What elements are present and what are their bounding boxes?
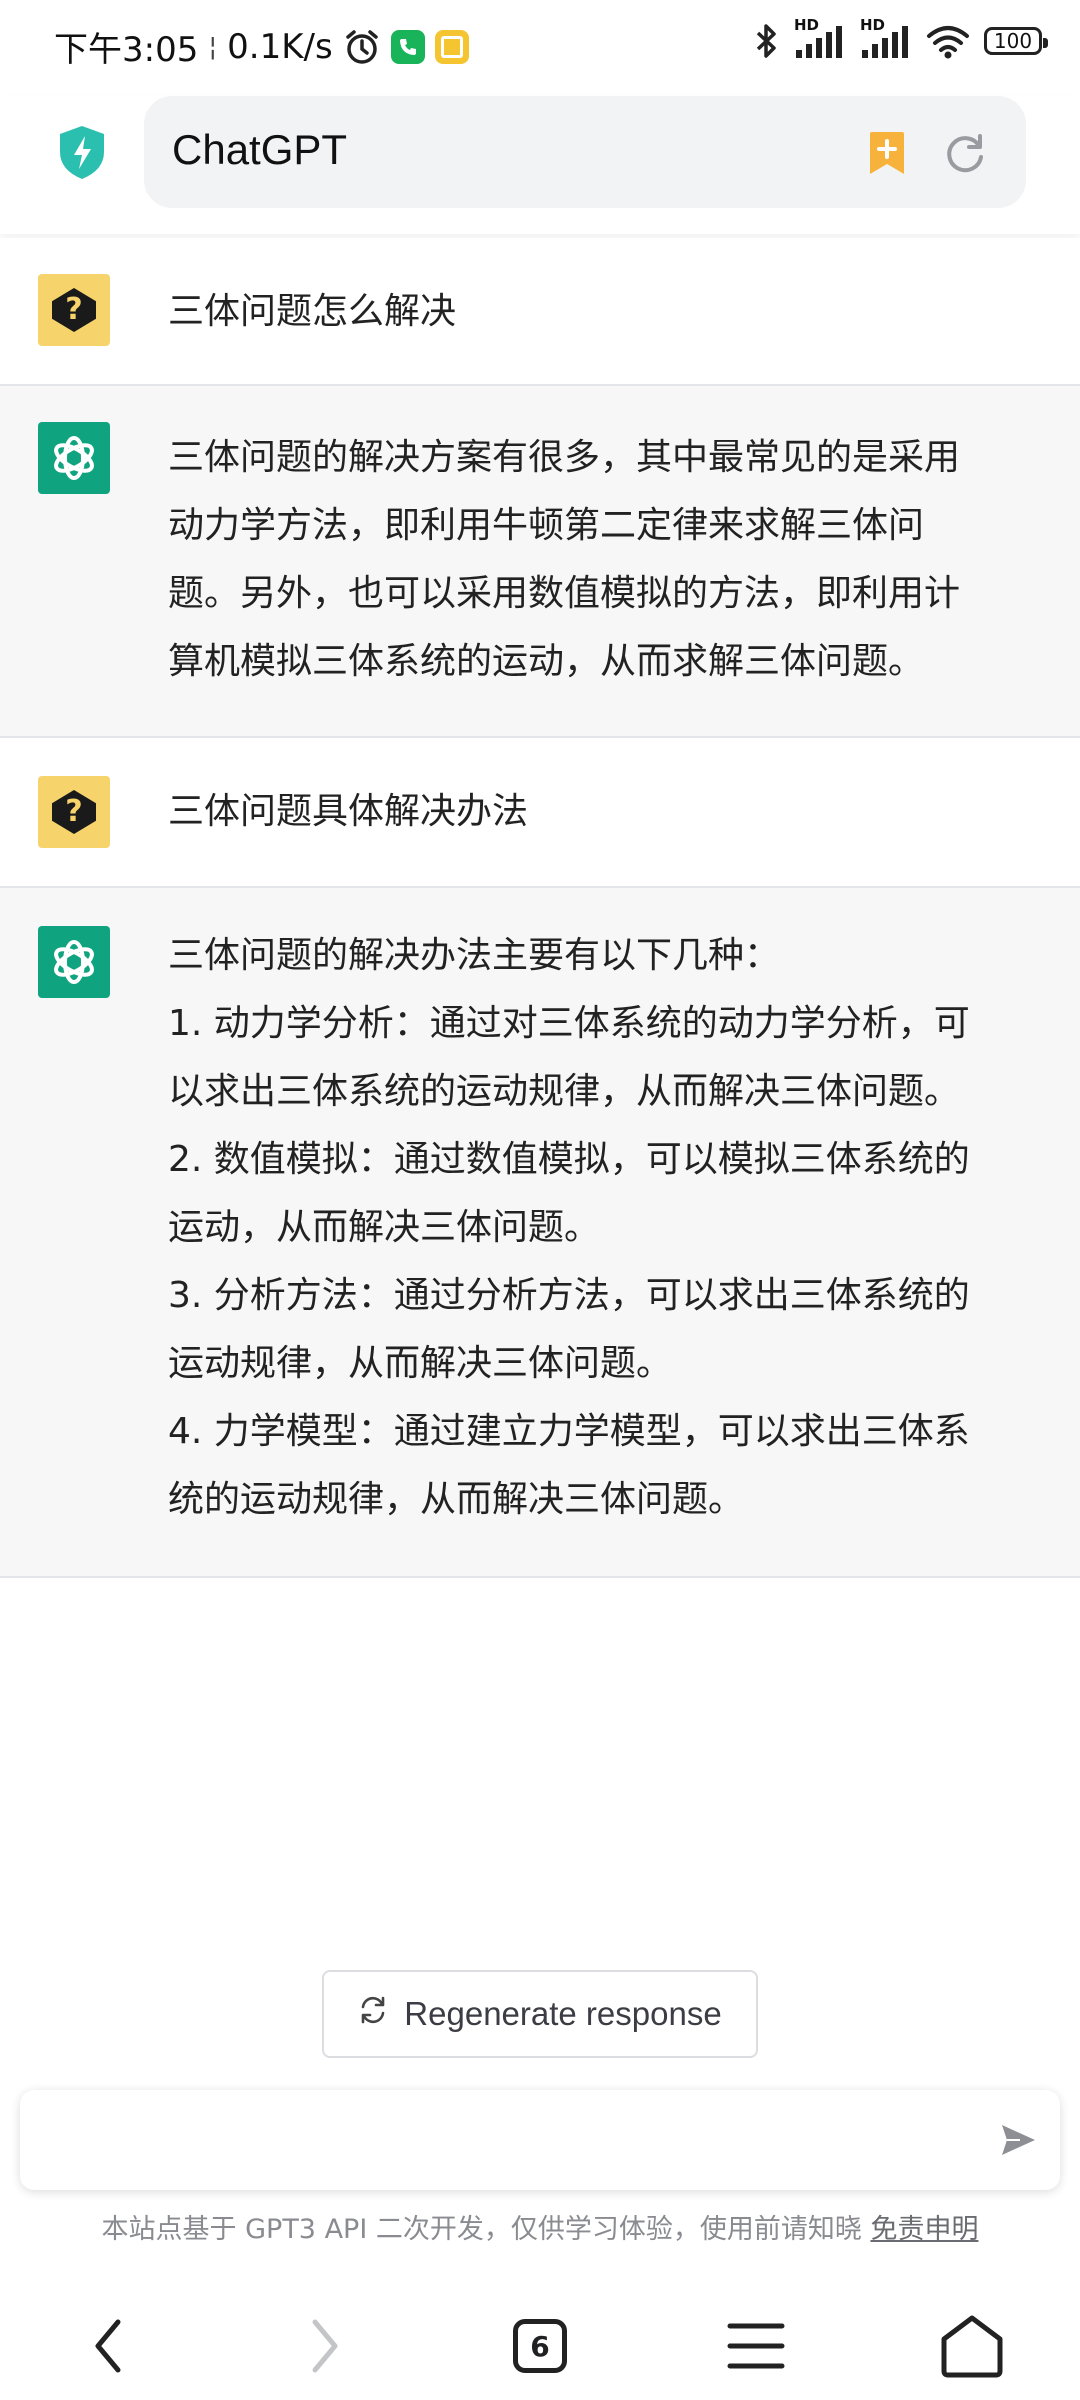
status-left: 下午3:05 ¦ 0.1K/s — [54, 22, 469, 71]
assistant-message: 三体问题的解决方案有很多，其中最常见的是采用 动力学方法，即利用牛顿第二定律来求… — [0, 386, 1080, 738]
regenerate-label: Regenerate response — [404, 1995, 722, 2032]
battery-indicator: 100 — [984, 27, 1048, 55]
user-avatar: ? — [38, 274, 110, 346]
page-title: ChatGPT — [172, 126, 348, 173]
wifi-icon — [926, 22, 970, 60]
forward-icon[interactable] — [285, 2306, 365, 2386]
regenerate-response-button[interactable]: Regenerate response — [322, 1970, 758, 2058]
disclaimer-link[interactable]: 免责申明 — [870, 2214, 978, 2245]
regenerate-icon — [358, 1995, 388, 2033]
disclaimer-footer: 本站点基于 GPT3 API 二次开发，仅供学习体验，使用前请知晓 免责申明 — [0, 2207, 1080, 2246]
phone-app-icon — [390, 29, 425, 64]
status-time: 下午3:05 — [54, 30, 199, 70]
message-input[interactable] — [44, 2110, 968, 2172]
status-right: HD HD 100 — [752, 16, 1048, 60]
cellular-signal-2-icon: HD — [860, 16, 912, 60]
home-icon[interactable] — [932, 2306, 1012, 2386]
openai-logo-icon — [54, 940, 94, 984]
chat-thread: ? 三体问题怎么解决 三体问题的解决方案有很多，其中最常见的是采用 动力学方法，… — [0, 238, 1080, 1578]
add-bookmark-icon[interactable] — [866, 130, 908, 178]
tabs-button[interactable]: 6 — [500, 2306, 580, 2386]
hd-label: HD — [794, 16, 820, 34]
address-bar[interactable]: ChatGPT — [144, 96, 1026, 208]
disclaimer-text: 本站点基于 GPT3 API 二次开发，仅供学习体验，使用前请知晓 — [101, 2214, 871, 2245]
assistant-avatar — [38, 926, 110, 998]
notes-app-icon — [434, 29, 469, 64]
assistant-avatar — [38, 422, 110, 494]
question-mark-icon: ? — [52, 288, 96, 332]
status-bar: 下午3:05 ¦ 0.1K/s HD HD 100 — [0, 0, 1080, 96]
question-mark-icon: ? — [52, 790, 96, 834]
refresh-icon[interactable] — [942, 130, 988, 176]
assistant-message-text: 三体问题的解决办法主要有以下几种： 1. 动力学分析：通过对三体系统的动力学分析… — [168, 935, 970, 1520]
menu-icon[interactable] — [716, 2306, 796, 2386]
alarm-clock-icon — [343, 28, 381, 66]
tab-count: 6 — [513, 2319, 567, 2373]
user-avatar: ? — [38, 776, 110, 848]
back-icon[interactable] — [68, 2306, 148, 2386]
hd-label-2: HD — [860, 16, 886, 34]
user-message: ? 三体问题具体解决办法 — [0, 738, 1080, 888]
assistant-message: 三体问题的解决办法主要有以下几种： 1. 动力学分析：通过对三体系统的动力学分析… — [0, 888, 1080, 1578]
assistant-message-text: 三体问题的解决方案有很多，其中最常见的是采用 动力学方法，即利用牛顿第二定律来求… — [168, 437, 961, 682]
user-message-text: 三体问题具体解决办法 — [168, 791, 529, 832]
browser-header: ChatGPT — [0, 96, 1080, 234]
message-input-container — [20, 2090, 1060, 2190]
cellular-signal-1-icon: HD — [794, 16, 846, 60]
openai-logo-icon — [54, 436, 94, 480]
network-speed: 0.1K/s — [227, 26, 333, 67]
shield-lightning-icon[interactable] — [52, 122, 112, 182]
bluetooth-icon — [752, 22, 780, 60]
send-icon[interactable] — [998, 2120, 1038, 2160]
user-message-text: 三体问题怎么解决 — [168, 291, 457, 332]
user-message: ? 三体问题怎么解决 — [0, 238, 1080, 386]
browser-bottom-nav: 6 — [0, 2290, 1080, 2400]
status-divider: ¦ — [208, 31, 218, 62]
